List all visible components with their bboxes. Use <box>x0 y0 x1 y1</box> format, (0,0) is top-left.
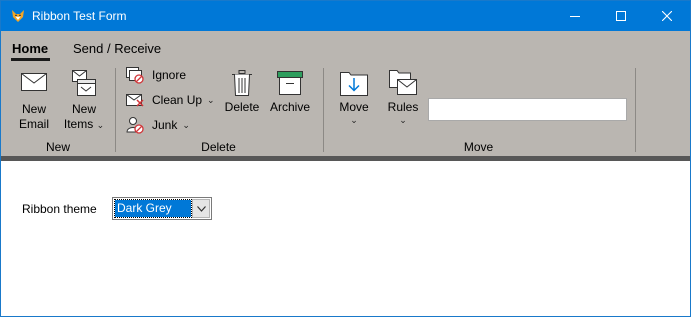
move-label: Move <box>339 100 369 114</box>
rules-label: Rules <box>387 100 419 114</box>
archive-icon <box>277 71 303 95</box>
group-label-new: New <box>45 140 70 154</box>
group-separator <box>115 68 116 152</box>
close-button[interactable] <box>644 1 690 31</box>
close-icon <box>662 11 672 21</box>
move-text-input[interactable] <box>428 98 627 121</box>
archive-button[interactable]: Archive <box>268 69 312 115</box>
maximize-button[interactable] <box>598 1 644 31</box>
group-separator <box>635 68 636 152</box>
ignore-icon <box>126 67 144 84</box>
fox-app-icon <box>10 8 26 24</box>
ignore-button[interactable]: Ignore <box>125 64 186 86</box>
chevron-down-icon: ⌄ <box>350 115 358 125</box>
new-email-button[interactable]: New Email <box>15 69 53 132</box>
new-items-label-line1: New <box>71 102 96 116</box>
tab-send-receive[interactable]: Send / Receive <box>73 41 161 56</box>
new-email-label-line2: Email <box>18 117 49 131</box>
new-items-label-line2: Items ⌄ <box>64 117 104 132</box>
ribbon-theme-select[interactable]: Dark Grey <box>112 197 212 220</box>
ribbon-theme-label: Ribbon theme <box>22 202 97 216</box>
junk-icon <box>126 117 144 134</box>
clean-up-label: Clean Up <box>152 93 203 107</box>
maximize-icon <box>616 11 626 21</box>
chevron-down-icon: ⌄ <box>399 115 407 125</box>
main-content: Ribbon theme Dark Grey <box>1 161 690 316</box>
envelope-icon <box>21 73 47 91</box>
new-items-icon <box>72 70 96 96</box>
chevron-down-icon: ⌄ <box>96 120 105 130</box>
rules-icon <box>389 70 417 95</box>
delete-label: Delete <box>224 100 260 114</box>
new-email-label-line1: New <box>21 102 46 116</box>
trash-icon <box>232 70 252 96</box>
dropdown-button[interactable] <box>192 199 210 218</box>
ribbon-theme-selected-value: Dark Grey <box>114 199 192 218</box>
rules-button[interactable]: Rules ⌄ <box>384 69 422 125</box>
chevron-down-icon <box>196 205 206 212</box>
delete-button[interactable]: Delete <box>223 69 261 115</box>
clean-up-icon <box>126 94 144 107</box>
group-label-delete: Delete <box>201 140 236 154</box>
move-button[interactable]: Move ⌄ <box>335 69 373 125</box>
app-window: Ribbon Test Form Home Send / Receive New… <box>0 0 691 317</box>
new-items-button[interactable]: New Items ⌄ <box>61 69 107 132</box>
junk-button[interactable]: Junk ⌄ <box>125 114 190 136</box>
archive-label: Archive <box>269 100 310 114</box>
tab-home-selected-indicator <box>11 58 50 61</box>
group-label-move: Move <box>463 140 494 154</box>
minimize-icon <box>570 16 580 17</box>
minimize-button[interactable] <box>552 1 598 31</box>
chevron-down-icon: ⌄ <box>207 95 215 105</box>
junk-label: Junk <box>152 118 178 132</box>
window-title: Ribbon Test Form <box>32 9 127 23</box>
new-items-label-text: Items <box>63 117 94 131</box>
title-bar: Ribbon Test Form <box>1 1 690 31</box>
chevron-down-icon: ⌄ <box>182 120 190 130</box>
tab-home[interactable]: Home <box>12 41 48 56</box>
ribbon: Home Send / Receive New Email New Items <box>1 31 690 161</box>
ignore-label: Ignore <box>152 68 187 82</box>
move-folder-icon <box>340 72 368 96</box>
clean-up-button[interactable]: Clean Up ⌄ <box>125 89 215 111</box>
group-separator <box>323 68 324 152</box>
